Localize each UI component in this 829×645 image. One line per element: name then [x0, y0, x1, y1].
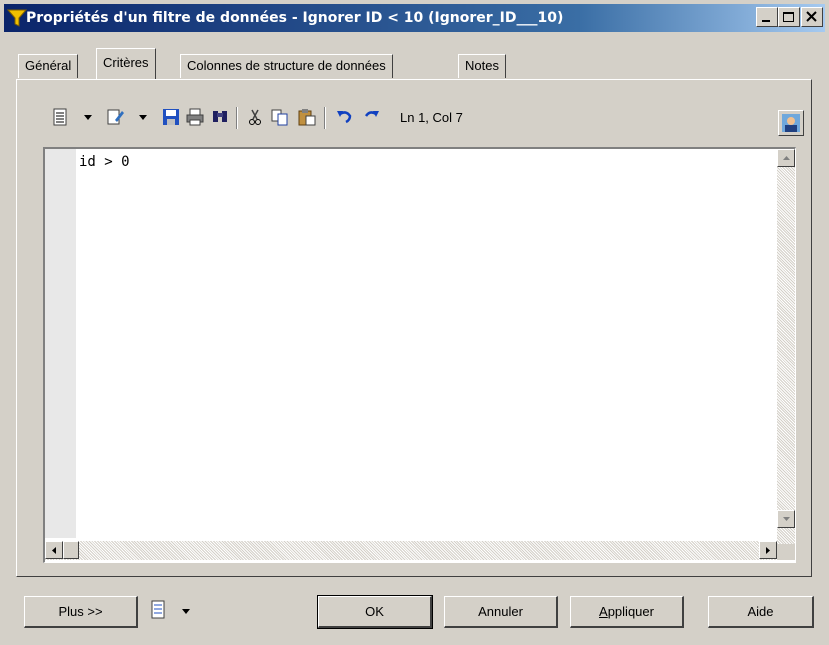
paste-icon [298, 109, 316, 126]
properties-dialog: Propriétés d'un filtre de données - Igno… [0, 0, 829, 645]
scroll-up-button[interactable] [777, 149, 795, 167]
user-button[interactable] [778, 110, 804, 136]
save-icon [163, 109, 179, 125]
close-button[interactable] [801, 7, 823, 27]
arrow-right-icon [766, 547, 770, 554]
redo-icon [364, 111, 379, 117]
list-icon [53, 108, 67, 126]
save-button[interactable] [160, 106, 182, 128]
cancel-button[interactable]: Annuler [444, 596, 558, 628]
cut-button[interactable] [244, 106, 266, 128]
minimize-icon [762, 20, 770, 22]
arrow-left-icon [52, 547, 56, 554]
edit-dropdown-arrow-icon[interactable] [139, 115, 147, 120]
print-icon [186, 108, 204, 126]
find-icon [213, 111, 227, 122]
find-button[interactable] [209, 106, 231, 128]
redo-button[interactable] [360, 106, 382, 128]
scroll-left-button[interactable] [45, 541, 63, 559]
close-icon [806, 11, 817, 22]
tab-colonnes[interactable]: Colonnes de structure de données [180, 54, 393, 78]
scroll-right-button[interactable] [759, 541, 777, 559]
vertical-scrollbar[interactable] [777, 149, 795, 544]
tab-general[interactable]: Général [18, 54, 79, 78]
scroll-down-button[interactable] [777, 510, 795, 528]
code-line[interactable]: id > 0 [79, 154, 130, 170]
apply-mnemonic: A [599, 604, 608, 619]
title-bar[interactable]: Propriétés d'un filtre de données - Igno… [4, 4, 825, 32]
copy-button[interactable] [269, 106, 291, 128]
arrow-down-icon [783, 517, 790, 521]
window-title: Propriétés d'un filtre de données - Igno… [26, 10, 564, 26]
scroll-corner [777, 544, 795, 560]
copy-icon [271, 109, 288, 126]
undo-button[interactable] [334, 106, 356, 128]
toolbar-separator [324, 107, 326, 129]
more-button[interactable]: Plus >> [24, 596, 138, 628]
maximize-icon [783, 12, 794, 22]
list-menu-button[interactable] [150, 600, 174, 624]
tab-notes[interactable]: Notes [458, 54, 506, 78]
tab-criteres[interactable]: Critères [96, 48, 156, 79]
edit-icon [107, 109, 124, 125]
list-dropdown-arrow-icon[interactable] [84, 115, 92, 120]
paste-button[interactable] [296, 106, 318, 128]
maximize-button[interactable] [778, 7, 800, 27]
dropdown-arrow-icon[interactable] [182, 609, 190, 614]
minimize-button[interactable] [756, 7, 778, 27]
criteria-editor[interactable]: id > 0 [43, 147, 796, 563]
cursor-position: Ln 1, Col 7 [400, 110, 463, 125]
undo-icon [337, 111, 352, 124]
horizontal-scroll-thumb[interactable] [63, 541, 79, 559]
apply-label: ppliquer [607, 604, 654, 619]
filter-icon [7, 9, 27, 27]
list-icon [151, 600, 165, 619]
cut-icon [249, 109, 261, 125]
list-button[interactable] [50, 106, 72, 128]
ok-button[interactable]: OK [317, 595, 433, 629]
horizontal-scrollbar[interactable] [45, 541, 777, 560]
toolbar-separator [236, 107, 238, 129]
apply-button[interactable]: Appliquer [570, 596, 684, 628]
arrow-up-icon [783, 156, 790, 160]
user-icon [782, 114, 800, 132]
editor-toolbar: Ln 1, Col 7 [44, 106, 814, 134]
help-button[interactable]: Aide [708, 596, 814, 628]
line-gutter [45, 149, 76, 538]
print-button[interactable] [184, 106, 206, 128]
edit-button[interactable] [104, 106, 126, 128]
